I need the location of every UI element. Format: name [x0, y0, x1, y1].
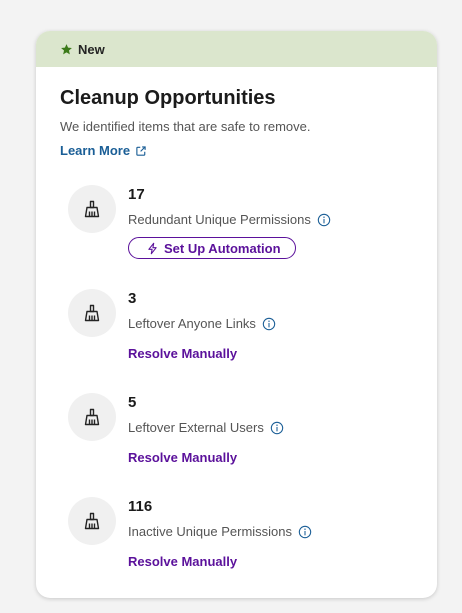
new-banner: New	[36, 31, 437, 67]
card-title: Cleanup Opportunities	[60, 87, 276, 109]
list-item: 116 Inactive Unique Permissions Resolve …	[60, 494, 413, 598]
broom-icon-container	[68, 497, 116, 545]
item-label: Inactive Unique Permissions	[128, 524, 293, 539]
set-up-automation-button[interactable]: Set Up Automation	[128, 237, 296, 259]
new-badge-label: New	[78, 41, 105, 57]
broom-icon	[84, 408, 100, 426]
item-label: Leftover Anyone Links	[128, 316, 256, 331]
resolve-manually-link[interactable]: Resolve Manually	[128, 450, 237, 465]
opportunity-list: 17 Redundant Unique Permissions Set Up A…	[60, 182, 413, 598]
item-count: 116	[128, 498, 153, 515]
list-item: 3 Leftover Anyone Links Resolve Manually	[60, 286, 413, 390]
external-link-icon	[135, 145, 147, 157]
resolve-manually-link[interactable]: Resolve Manually	[128, 346, 237, 361]
item-count: 3	[128, 290, 137, 307]
info-icon[interactable]	[262, 317, 276, 331]
item-count: 5	[128, 394, 137, 411]
broom-icon-container	[68, 185, 116, 233]
list-item: 5 Leftover External Users Resolve Manual…	[60, 390, 413, 494]
item-label: Redundant Unique Permissions	[128, 212, 311, 227]
cleanup-card: New Cleanup Opportunities We identified …	[36, 31, 437, 598]
resolve-manually-link[interactable]: Resolve Manually	[128, 554, 237, 569]
set-up-automation-label: Set Up Automation	[164, 240, 281, 256]
lightning-icon	[146, 242, 159, 255]
info-icon[interactable]	[317, 213, 331, 227]
list-item: 17 Redundant Unique Permissions Set Up A…	[60, 182, 413, 286]
broom-icon-container	[68, 393, 116, 441]
info-icon[interactable]	[298, 525, 312, 539]
item-count: 17	[128, 186, 145, 203]
broom-icon-container	[68, 289, 116, 337]
item-label: Leftover External Users	[128, 420, 264, 435]
star-icon	[60, 43, 73, 56]
card-subtitle: We identified items that are safe to rem…	[60, 119, 311, 134]
broom-icon	[84, 512, 100, 530]
broom-icon	[84, 304, 100, 322]
learn-more-link[interactable]: Learn More	[60, 143, 147, 158]
learn-more-label: Learn More	[60, 143, 131, 158]
info-icon[interactable]	[270, 421, 284, 435]
broom-icon	[84, 200, 100, 218]
